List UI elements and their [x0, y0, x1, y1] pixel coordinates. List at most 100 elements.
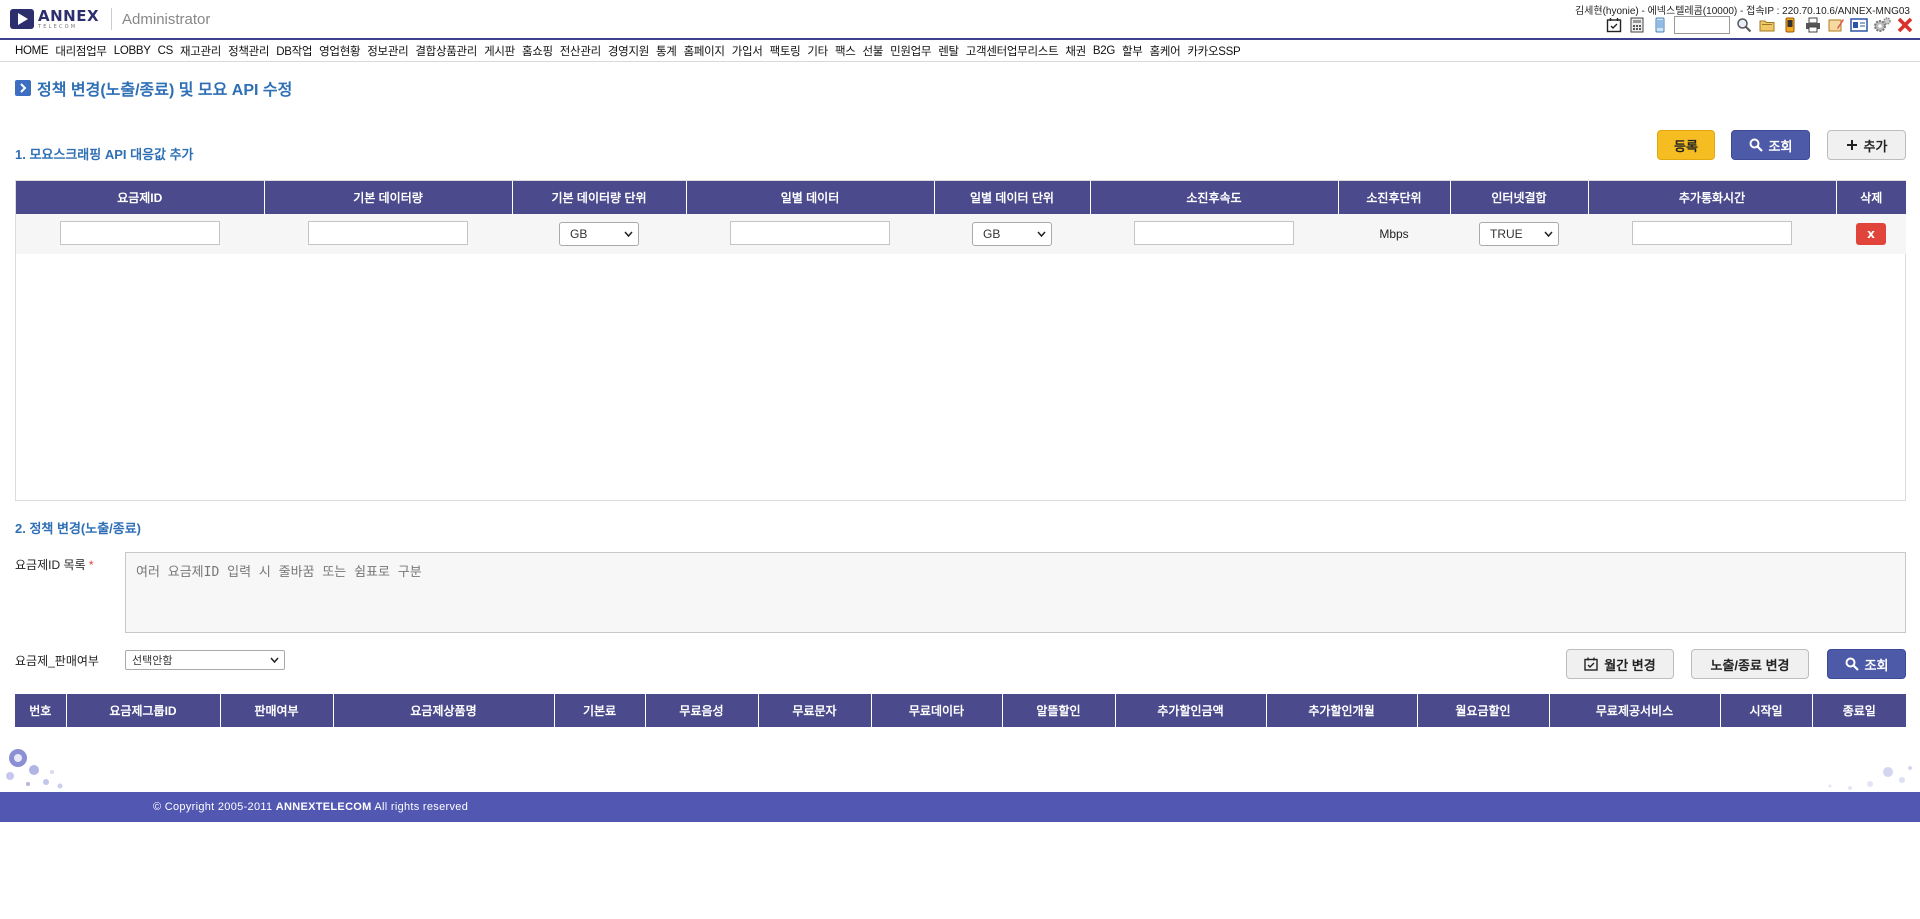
nav-item-4[interactable]: 재고관리 [180, 43, 221, 59]
search-button-label: 조회 [1768, 138, 1793, 154]
nav-item-28[interactable]: 카카오SSP [1187, 43, 1240, 59]
nav-item-17[interactable]: 팩토링 [770, 43, 801, 59]
section2-title: 2. 정책 변경(노출/종료) [15, 521, 142, 536]
column-header: 무료데이타 [871, 694, 1003, 727]
nav-item-23[interactable]: 고객센터업무리스트 [966, 43, 1059, 59]
monthly-change-button[interactable]: 월간 변경 [1566, 649, 1674, 679]
search-icon[interactable] [1735, 16, 1753, 34]
nav-item-7[interactable]: 영업현황 [319, 43, 360, 59]
sale-status-label: 요금제_판매여부 [15, 654, 99, 668]
logo-divider [111, 8, 113, 30]
nav-item-27[interactable]: 홈케어 [1150, 43, 1181, 59]
nav-item-21[interactable]: 민원업무 [890, 43, 931, 59]
copyright-prefix: © Copyright 2005-2011 [153, 801, 273, 813]
column-header: 일별 데이터 [686, 181, 935, 214]
plan-list-table: 번호 요금제그룹ID 판매여부 요금제상품명 기본료 무료음성 무료문자 무료데이타 알뜰할인 추… [15, 694, 1906, 727]
nav-item-15[interactable]: 홈페이지 [684, 43, 725, 59]
after-speed-input[interactable] [1134, 220, 1294, 245]
company-name: ANNEXTELECOM [275, 801, 372, 813]
register-button-label: 등록 [1674, 138, 1698, 154]
chevron-down-icon [1037, 231, 1046, 237]
phone-icon[interactable] [1651, 16, 1669, 34]
column-header: 기본료 [554, 694, 646, 727]
chevron-down-icon [624, 231, 633, 237]
quick-search-input[interactable] [1674, 16, 1730, 34]
plus-icon [1846, 140, 1857, 150]
nav-item-24[interactable]: 채권 [1065, 43, 1086, 59]
user-info: 김세현(hyonie) - 에넥스텔레콤(10000) - 접속IP : 220… [1574, 6, 1910, 17]
nav-item-10[interactable]: 게시판 [484, 43, 515, 59]
table-header-row: 요금제ID 기본 데이터량 기본 데이터량 단위 일별 데이터 일별 데이터 단위 소진후… [16, 181, 1906, 214]
nav-item-8[interactable]: 정보관리 [367, 43, 408, 59]
column-header: 종료일 [1812, 694, 1906, 727]
base-data-unit-select[interactable]: GB [559, 222, 639, 246]
nav-item-5[interactable]: 정책관리 [228, 43, 269, 59]
expose-end-change-button[interactable]: 노출/종료 변경 [1691, 649, 1809, 679]
nav-item-13[interactable]: 경영지원 [608, 43, 649, 59]
register-button[interactable]: 등록 [1657, 130, 1715, 160]
nav-item-3[interactable]: CS [158, 45, 174, 57]
internet-bundle-select[interactable]: TRUE [1479, 222, 1559, 246]
nav-item-14[interactable]: 통계 [656, 43, 677, 59]
internet-bundle-value: TRUE [1490, 227, 1523, 241]
section1-search-button[interactable]: 조회 [1731, 130, 1810, 160]
nav-item-25[interactable]: B2G [1093, 45, 1115, 57]
column-header: 월요금할인 [1417, 694, 1550, 727]
card-icon[interactable] [1850, 16, 1868, 34]
folder-icon[interactable] [1758, 16, 1776, 34]
column-header: 요금제그룹ID [66, 694, 221, 727]
nav-item-26[interactable]: 할부 [1122, 43, 1143, 59]
column-header: 무료문자 [758, 694, 872, 727]
sale-status-select[interactable]: 선택안함 [125, 650, 285, 670]
settings-icon[interactable] [1873, 16, 1891, 34]
search-icon [1749, 138, 1763, 152]
daily-data-input[interactable] [730, 220, 890, 245]
add-button[interactable]: 추가 [1827, 130, 1906, 160]
column-header: 인터넷결합 [1450, 181, 1589, 214]
column-header: 알뜰할인 [1002, 694, 1116, 727]
edit-icon[interactable] [1827, 16, 1845, 34]
nav-item-16[interactable]: 가입서 [732, 43, 763, 59]
nav-item-1[interactable]: 대리점업무 [55, 43, 107, 59]
extra-call-time-input[interactable] [1632, 220, 1792, 245]
plan-id-list-textarea[interactable]: 여러 요금제ID 입력 시 줄바꿈 또는 쉼표로 구분 [125, 552, 1906, 633]
nav-item-9[interactable]: 결합상품관리 [415, 43, 477, 59]
page-title: 정책 변경(노출/종료) 및 모요 API 수정 [15, 76, 292, 100]
column-header: 요금제ID [16, 181, 265, 214]
daily-data-unit-select[interactable]: GB [972, 222, 1052, 246]
close-icon[interactable] [1896, 16, 1914, 34]
base-data-input[interactable] [308, 220, 468, 245]
api-mapping-table: 요금제ID 기본 데이터량 기본 데이터량 단위 일별 데이터 일별 데이터 단위 소진후… [15, 180, 1906, 501]
search-button-label: 조회 [1864, 657, 1889, 673]
section2-search-button[interactable]: 조회 [1827, 649, 1906, 679]
column-header: 추가할인금액 [1115, 694, 1267, 727]
logo[interactable]: ANNEX TELECOM Administrator [10, 6, 210, 32]
monthly-change-button-label: 월간 변경 [1604, 657, 1656, 673]
delete-row-button[interactable]: x [1856, 223, 1886, 245]
add-button-label: 추가 [1863, 138, 1888, 154]
chevron-down-icon [270, 657, 279, 663]
plan-id-input[interactable] [60, 220, 220, 245]
nav-item-11[interactable]: 홈쇼핑 [522, 43, 553, 59]
calculator-icon[interactable] [1628, 16, 1646, 34]
nav-item-0[interactable]: HOME [15, 45, 49, 57]
column-header: 시작일 [1720, 694, 1813, 727]
expose-end-change-button-label: 노출/종료 변경 [1710, 657, 1790, 673]
base-data-unit-value: GB [570, 227, 588, 241]
nav-item-6[interactable]: DB작업 [276, 43, 312, 59]
printer-icon[interactable] [1804, 16, 1822, 34]
nav-item-12[interactable]: 전산관리 [560, 43, 601, 59]
nav-item-2[interactable]: LOBBY [114, 45, 151, 57]
footer: © Copyright 2005-2011 ANNEXTELECOM All r… [0, 792, 1920, 822]
nav-item-20[interactable]: 선불 [863, 43, 884, 59]
nav-item-19[interactable]: 팩스 [835, 43, 856, 59]
toolbar-icons [1605, 16, 1914, 34]
plan-id-list-label-text: 요금제ID 목록 [15, 558, 86, 572]
table-header-row: 번호 요금제그룹ID 판매여부 요금제상품명 기본료 무료음성 무료문자 무료데이타 알뜰할인 추… [15, 694, 1906, 727]
logo-subtext: TELECOM [38, 23, 78, 30]
mobile-icon[interactable] [1781, 16, 1799, 34]
nav-item-18[interactable]: 기타 [807, 43, 828, 59]
after-unit-text: Mbps [1379, 227, 1409, 241]
nav-item-22[interactable]: 렌탈 [938, 43, 959, 59]
calendar-check-icon[interactable] [1605, 16, 1623, 34]
